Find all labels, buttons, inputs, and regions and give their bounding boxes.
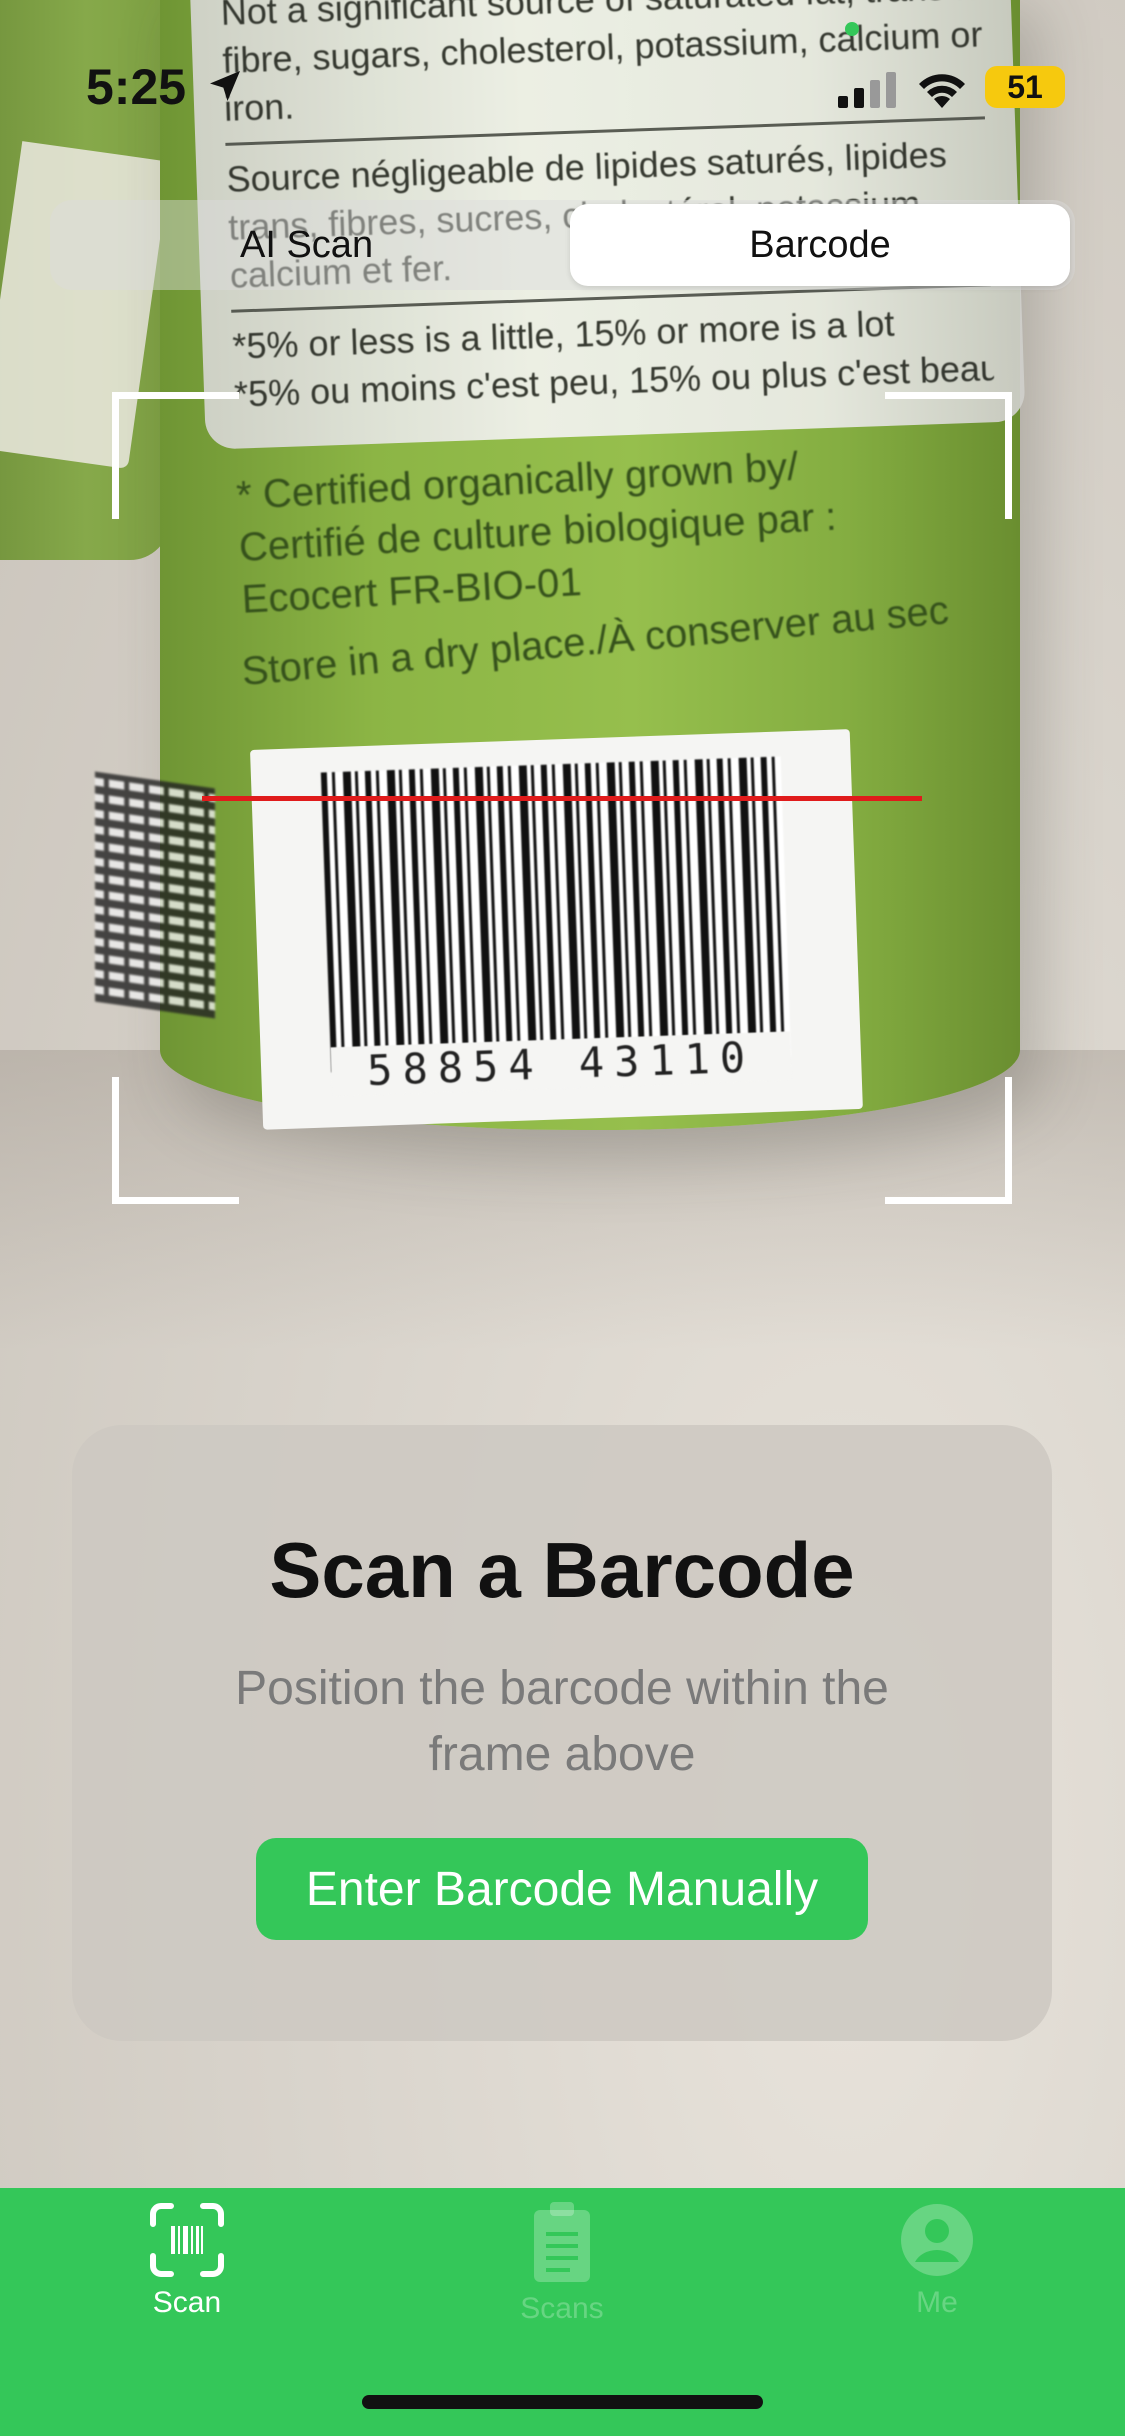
frame-corner-top-right: [885, 392, 1012, 519]
barcode-scanner-screen: Not a significant source of saturated fa…: [0, 0, 1125, 2436]
cellular-signal-icon: [838, 72, 896, 108]
camera-in-use-indicator: [845, 22, 859, 36]
person-circle-icon: [901, 2204, 973, 2276]
scan-mode-selector: AI Scan Barcode: [50, 200, 1075, 290]
status-time: 5:25: [86, 59, 187, 115]
tab-label: Scan: [152, 2286, 222, 2319]
tab-ai-scan[interactable]: AI Scan: [54, 204, 554, 286]
frame-corner-bottom-left: [112, 1077, 239, 1204]
tab-scan[interactable]: Scan: [87, 2202, 287, 2352]
battery-indicator: 51: [985, 66, 1065, 108]
tab-barcode[interactable]: Barcode: [570, 204, 1070, 286]
wifi-icon: [919, 74, 965, 108]
tab-scans[interactable]: Scans: [462, 2202, 662, 2352]
status-bar: 5:25 51: [0, 0, 1125, 150]
frame-corner-top-left: [112, 392, 239, 519]
frame-corner-bottom-right: [885, 1077, 1012, 1204]
tab-me[interactable]: Me: [837, 2202, 1037, 2352]
barcode-scan-icon: [150, 2203, 224, 2277]
scan-frame: [112, 392, 1012, 1204]
scan-line: [202, 796, 922, 801]
tab-label: Scans: [520, 2292, 604, 2325]
enter-barcode-manually-button[interactable]: Enter Barcode Manually: [256, 1838, 868, 1940]
clipboard-icon: [534, 2202, 590, 2282]
card-subtitle: Position the barcode within the frame ab…: [235, 1662, 889, 1781]
home-indicator[interactable]: [362, 2395, 763, 2409]
instruction-card: Scan a Barcode Position the barcode with…: [72, 1425, 1052, 2041]
location-arrow-icon: [210, 71, 240, 101]
tab-label: Me: [916, 2286, 958, 2319]
card-title: Scan a Barcode: [269, 1526, 855, 1614]
